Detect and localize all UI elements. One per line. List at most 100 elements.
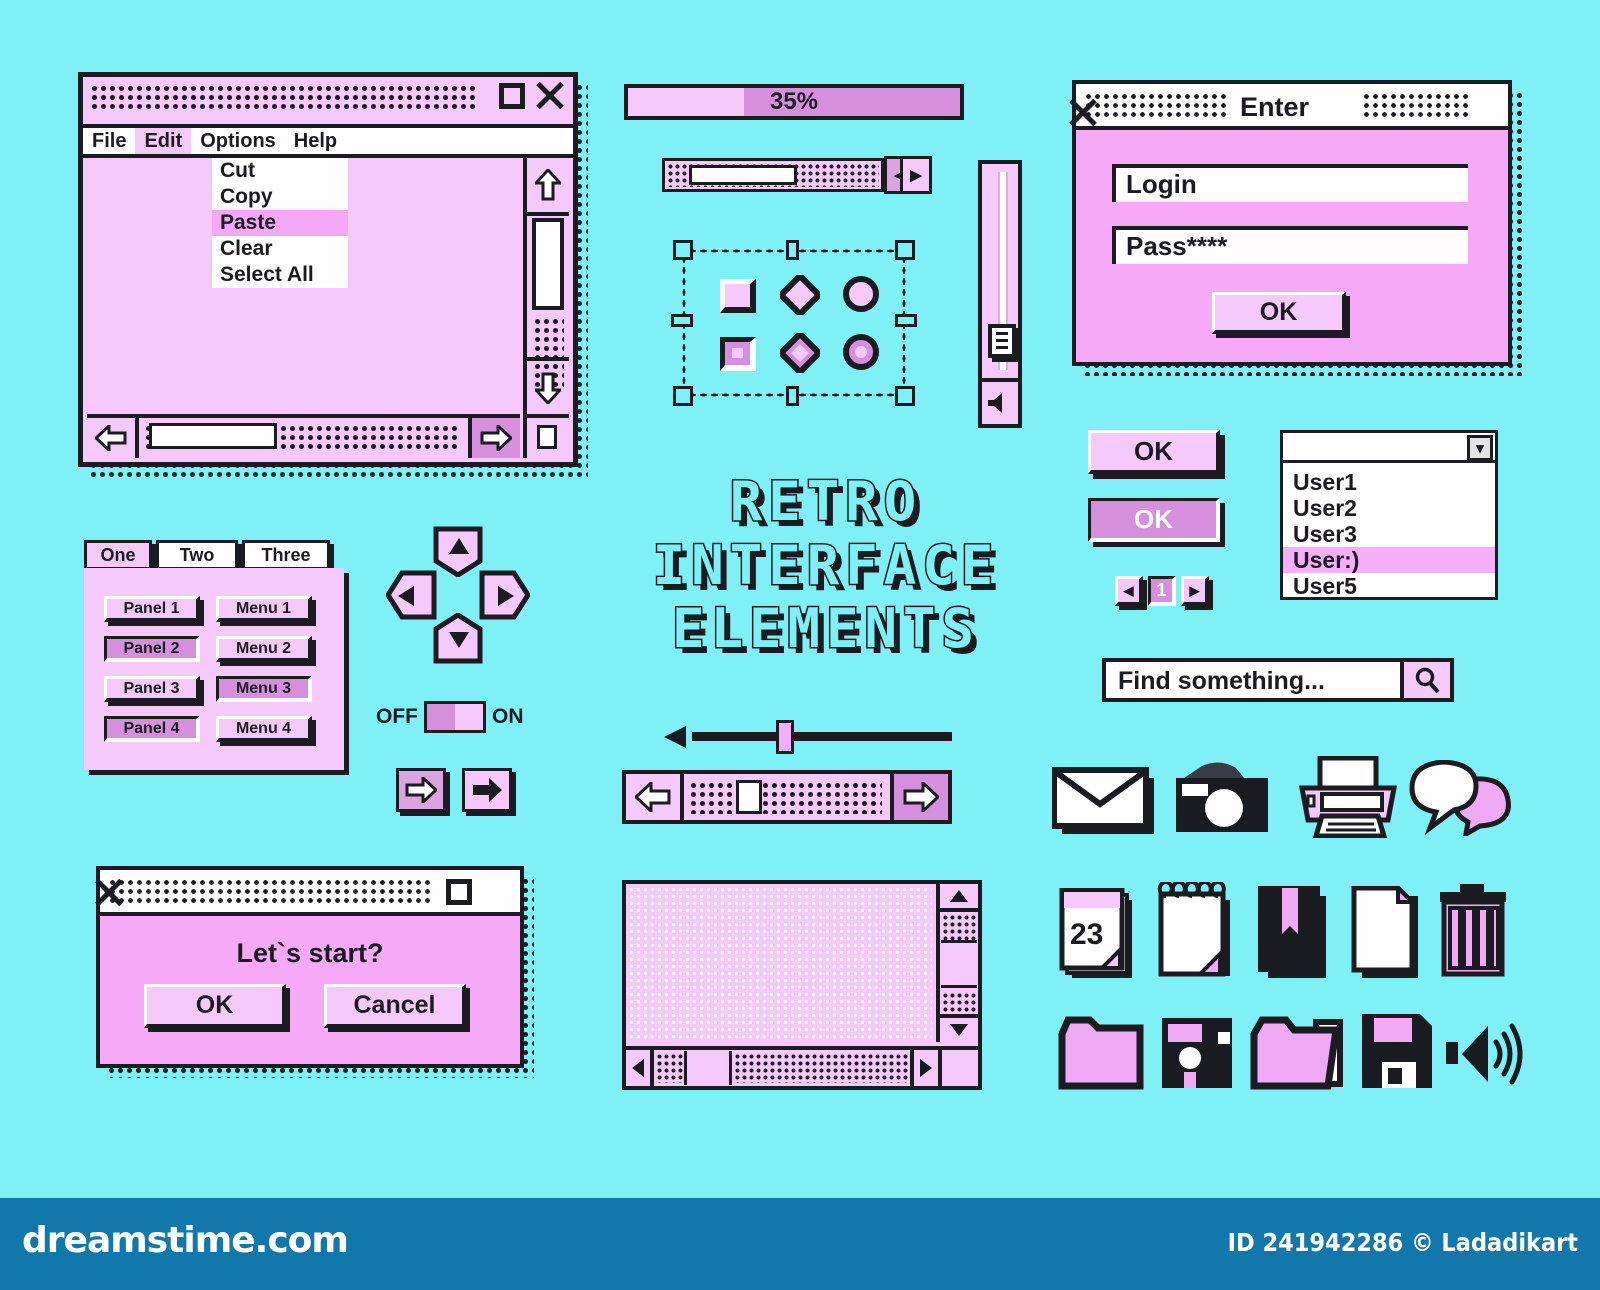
selection-box[interactable] (671, 240, 917, 406)
scroll-right-icon[interactable] (468, 418, 520, 458)
volume-thumb[interactable] (988, 324, 1016, 358)
scrollbar-left-arrow[interactable] (626, 774, 684, 820)
tab-three[interactable]: Three (242, 540, 330, 570)
calendar-icon[interactable]: 23 (1058, 887, 1144, 980)
handle-middle-left[interactable] (671, 314, 693, 327)
panel-2-button[interactable]: Panel 2 (104, 636, 200, 662)
menu-option-paste[interactable]: Paste (212, 210, 348, 236)
menu-3-button[interactable]: Menu 3 (216, 676, 312, 702)
panel-vertical-thumb[interactable] (941, 940, 977, 988)
floppy-dark-icon[interactable] (1160, 1016, 1240, 1092)
radio-unchecked[interactable] (842, 275, 880, 313)
toggle-track[interactable] (424, 701, 486, 733)
toggle-switch[interactable]: OFF ON (376, 700, 526, 734)
close-icon[interactable] (535, 81, 565, 111)
menubar[interactable]: File Edit Options Help (83, 124, 573, 158)
chevron-down-icon[interactable]: ▾ (1467, 435, 1493, 461)
password-field[interactable]: Pass**** (1112, 226, 1468, 264)
pager-current-page[interactable]: 1 (1148, 576, 1176, 606)
dropdown-option-user3[interactable]: User3 (1283, 521, 1495, 547)
envelope-icon[interactable] (1051, 766, 1162, 836)
horizontal-scrollbar[interactable] (87, 414, 520, 458)
maximize-icon[interactable] (499, 83, 525, 109)
menu-item-help[interactable]: Help (285, 128, 346, 154)
menu-option-copy[interactable]: Copy (212, 184, 348, 210)
menu-item-options[interactable]: Options (191, 128, 285, 154)
panel-vertical-scrollbar[interactable] (936, 884, 978, 1042)
handle-top-right[interactable] (895, 240, 915, 260)
resize-grip[interactable] (523, 414, 569, 458)
chat-bubbles-icon[interactable] (1408, 759, 1518, 839)
handle-bottom-center[interactable] (786, 386, 799, 406)
dpad-up-button[interactable] (432, 525, 484, 577)
checkbox-checked[interactable] (720, 337, 756, 371)
search-icon[interactable] (1400, 662, 1450, 698)
menu-item-edit[interactable]: Edit (135, 128, 192, 154)
spinner-field[interactable] (662, 158, 884, 192)
handle-bottom-right[interactable] (895, 386, 915, 406)
horizontal-scrollbar-large[interactable] (622, 770, 952, 824)
start-dialog[interactable]: Let`s start? OK Cancel (96, 866, 534, 1078)
camera-icon[interactable] (1172, 760, 1282, 836)
spinner-increment-button[interactable]: ▶ (900, 156, 932, 194)
pager-prev-button[interactable]: ◀ (1115, 576, 1143, 606)
vertical-scroll-thumb[interactable] (532, 218, 564, 310)
pager[interactable]: ◀ 1 ▶ (1115, 576, 1210, 606)
tab-one[interactable]: One (84, 540, 152, 570)
panel-4-button[interactable]: Panel 4 (104, 716, 200, 742)
vertical-scrollbar[interactable] (523, 158, 569, 415)
panel-scroll-down-icon[interactable] (940, 1014, 978, 1042)
panel-scroll-up-icon[interactable] (940, 884, 978, 912)
diamond-checkbox-checked[interactable] (776, 329, 824, 377)
panel-1-button[interactable]: Panel 1 (104, 596, 200, 622)
scroll-left-icon[interactable] (87, 418, 139, 458)
ok-button-normal[interactable]: OK (1088, 430, 1220, 474)
enter-ok-button[interactable]: OK (1212, 292, 1346, 334)
tab-panel[interactable]: One Two Three Panel 1 Panel 2 Panel 3 Pa… (84, 540, 354, 790)
pager-next-button[interactable]: ▶ (1181, 576, 1209, 606)
enter-dialog[interactable]: Enter Login Pass**** OK (1072, 80, 1522, 376)
radio-checked[interactable] (842, 333, 880, 371)
start-maximize-icon[interactable] (446, 879, 472, 905)
textured-panel[interactable] (622, 880, 982, 1090)
speaker-icon[interactable] (982, 378, 1018, 424)
search-bar[interactable]: Find something... (1102, 658, 1454, 702)
folder-closed-icon[interactable] (1058, 1016, 1152, 1092)
panel-scroll-left-icon[interactable] (626, 1050, 654, 1086)
track-slider[interactable] (662, 720, 952, 754)
dropdown-option-user2[interactable]: User2 (1283, 495, 1495, 521)
handle-bottom-left[interactable] (673, 386, 693, 406)
checkbox-unchecked[interactable] (720, 279, 756, 313)
main-window-titlebar[interactable] (83, 77, 573, 119)
scroll-down-icon[interactable] (527, 357, 569, 415)
menu-option-cut[interactable]: Cut (212, 158, 348, 184)
tab-two[interactable]: Two (156, 540, 238, 570)
dropdown-option-user5[interactable]: User5 (1283, 573, 1495, 599)
start-dialog-titlebar[interactable] (100, 870, 520, 916)
panel-horizontal-scrollbar[interactable] (626, 1046, 938, 1086)
handle-top-left[interactable] (673, 240, 693, 260)
dropdown-select-field[interactable]: ▾ (1280, 430, 1498, 464)
main-window[interactable]: File Edit Options Help Cut Copy Paste Cl… (78, 72, 588, 477)
dropdown-option-user1[interactable]: User1 (1283, 469, 1495, 495)
page-icon[interactable] (1348, 883, 1434, 980)
search-input[interactable]: Find something... (1118, 667, 1325, 696)
dpad-right-button[interactable] (478, 569, 530, 621)
arrow-solid-button[interactable] (462, 768, 512, 812)
dpad-left-button[interactable] (386, 569, 438, 621)
printer-icon[interactable] (1294, 755, 1404, 839)
dpad[interactable] (386, 525, 530, 664)
start-ok-button[interactable]: OK (144, 984, 286, 1028)
login-field[interactable]: Login (1112, 164, 1468, 202)
menu-4-button[interactable]: Menu 4 (216, 716, 312, 742)
panel-horizontal-thumb[interactable] (684, 1051, 732, 1085)
start-cancel-button[interactable]: Cancel (324, 984, 466, 1028)
dropdown-option-user-smiley[interactable]: User:) (1283, 547, 1495, 573)
ok-button-pressed[interactable]: OK (1088, 498, 1220, 542)
enter-dialog-close-icon[interactable] (1068, 98, 1098, 128)
slider-thumb[interactable] (776, 720, 794, 754)
volume-slider[interactable] (978, 160, 1022, 428)
dpad-down-button[interactable] (432, 613, 484, 665)
panel-3-button[interactable]: Panel 3 (104, 676, 200, 702)
menu-option-select-all[interactable]: Select All (212, 262, 348, 288)
